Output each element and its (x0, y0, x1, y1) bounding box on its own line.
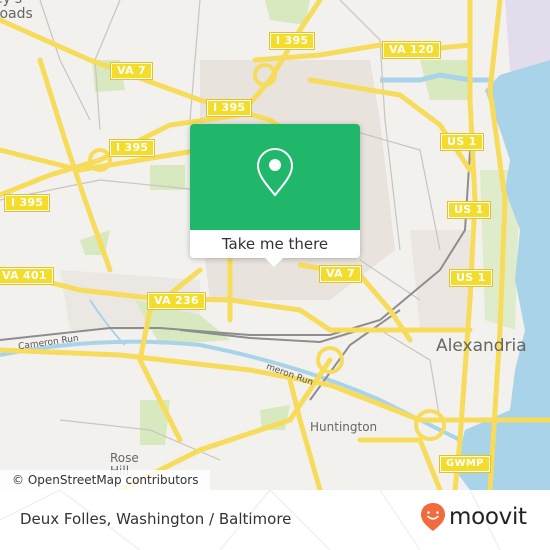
take-me-there-button[interactable]: Take me there (190, 230, 360, 258)
route-shield-va120: VA 120 (382, 41, 441, 59)
moovit-wordmark: moovit (449, 504, 527, 530)
route-shield-i395: I 395 (108, 139, 156, 157)
route-shield-us1: US 1 (440, 133, 484, 151)
map-pin-icon (256, 147, 294, 197)
moovit-smiley-pin-icon (421, 503, 445, 531)
route-shield-va401: VA 401 (0, 267, 54, 285)
route-shield-i395: I 395 (268, 32, 316, 50)
place-label-huntington: Huntington (310, 420, 378, 434)
route-shield-us1: US 1 (447, 201, 491, 219)
place-title: Deux Folles, Washington / Baltimore (20, 510, 292, 528)
map-attribution[interactable]: © OpenStreetMap contributors (0, 470, 211, 490)
route-shield-va7: VA 7 (110, 62, 153, 80)
place-label-crossroads: ey's roads (0, 0, 33, 22)
popup-pointer (264, 257, 284, 267)
place-label-crossroads-line2: roads (0, 6, 33, 22)
map[interactable]: I 395 VA 120 VA 7 I 395 I 395 US 1 I 395… (0, 0, 550, 490)
route-shield-va236: VA 236 (147, 292, 206, 310)
route-shield-i395: I 395 (205, 99, 253, 117)
route-shield-gwmp: GWMP (439, 455, 491, 473)
route-shield-va7: VA 7 (319, 265, 362, 283)
popup-header (190, 124, 360, 230)
place-label-alexandria: Alexandria (436, 336, 527, 356)
location-popup: Take me there (190, 124, 360, 267)
route-shield-us1: US 1 (449, 269, 493, 287)
moovit-logo[interactable]: moovit (420, 502, 527, 532)
route-shield-i395: I 395 (3, 194, 51, 212)
